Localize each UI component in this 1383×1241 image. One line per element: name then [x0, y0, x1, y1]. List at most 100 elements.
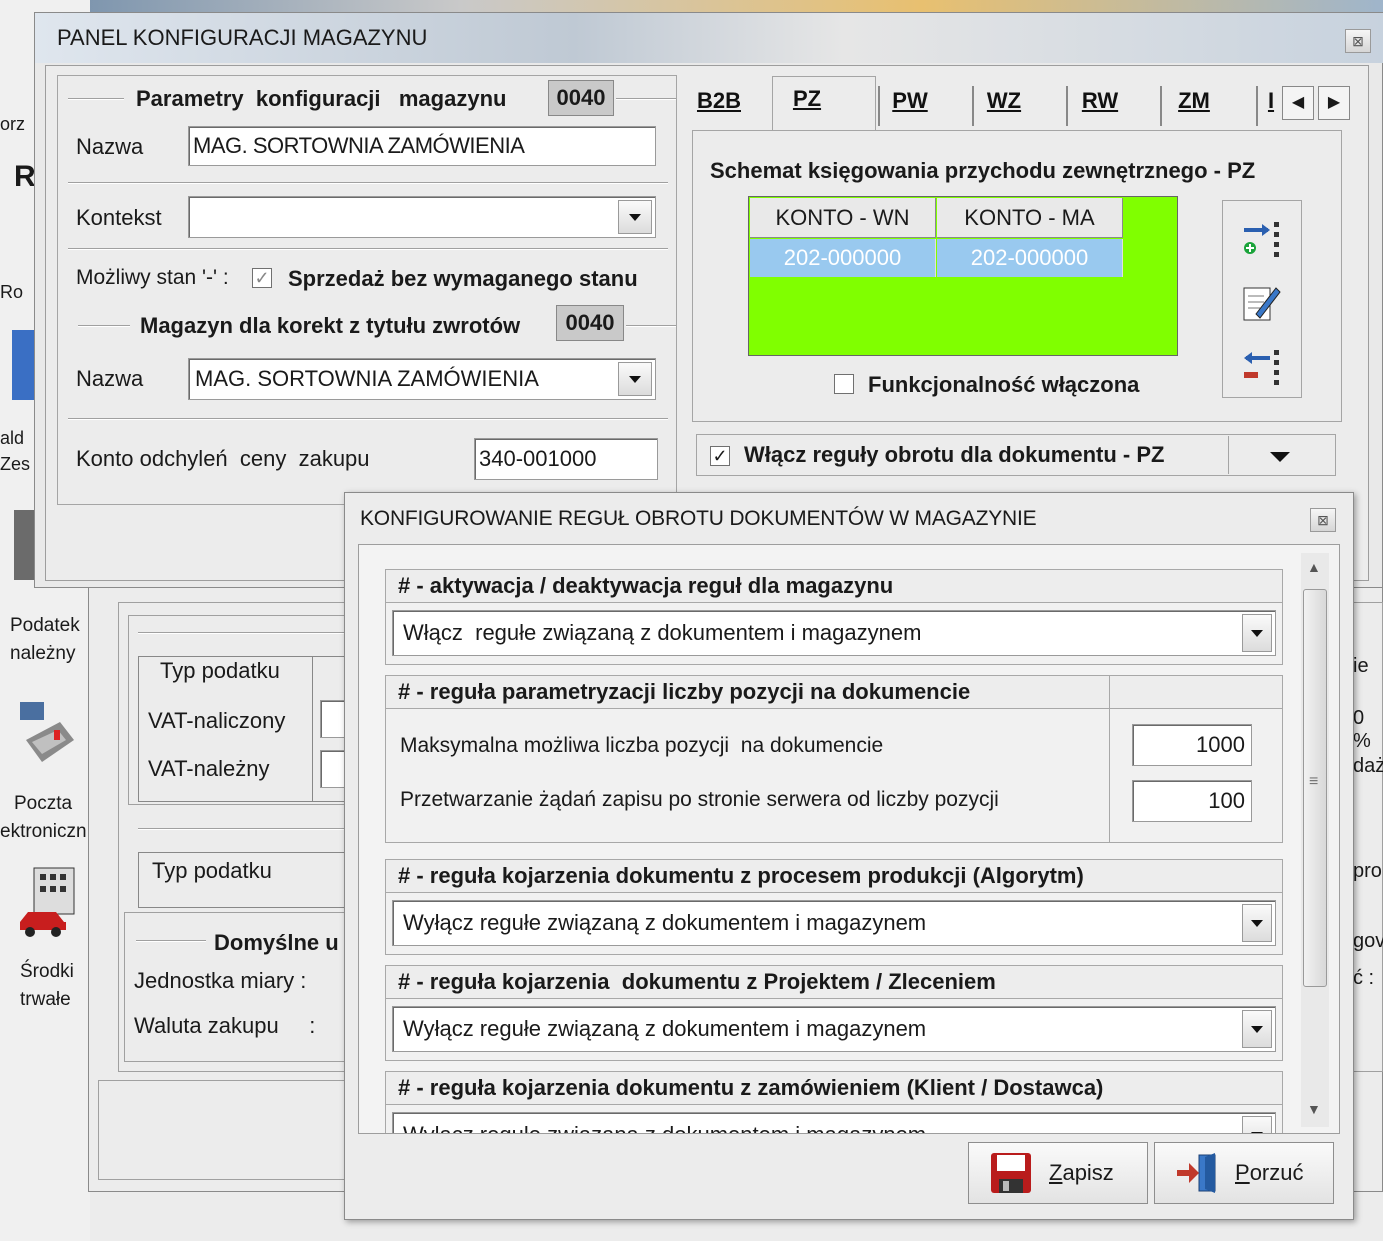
chevron-down-icon[interactable]	[1242, 904, 1272, 942]
podatek-line-2: należny	[10, 643, 76, 664]
tab-more[interactable]: I	[1262, 76, 1280, 126]
grid-header-ma[interactable]: KONTO - MA	[937, 198, 1123, 238]
chevron-down-icon[interactable]	[1242, 1116, 1272, 1133]
rules-toggle-label: Włącz reguły obrotu dla dokumentu - PZ	[744, 442, 1165, 467]
grid-cell-wn[interactable]: 202-000000	[750, 239, 936, 277]
bg-line-2	[138, 828, 358, 830]
edit-row-icon[interactable]	[1240, 280, 1284, 324]
max-positions-value: 1000	[1196, 732, 1245, 757]
activation-dropdown[interactable]: Włącz regułe związaną z dokumentem i mag…	[392, 610, 1276, 656]
params-line-right	[616, 98, 676, 100]
deviation-value: 340-001000	[479, 446, 597, 471]
rules-checkbox[interactable]: ✓	[710, 446, 730, 466]
bg-tag-0: orz	[0, 114, 26, 134]
tab-rw[interactable]: RW	[1070, 76, 1130, 126]
save-button[interactable]: Zapisz	[968, 1142, 1148, 1204]
grid-header-wn[interactable]: KONTO - WN	[750, 198, 936, 238]
close-icon[interactable]: ⊠	[1310, 508, 1336, 532]
chevron-down-icon[interactable]	[618, 200, 652, 234]
desktop-strip	[0, 0, 1383, 12]
divider-1	[68, 182, 668, 184]
bg-frag-4: pro	[1353, 860, 1382, 882]
tab-pz[interactable]: PZ	[772, 74, 842, 124]
bg-line-3	[136, 940, 206, 942]
corr-line-right	[626, 325, 676, 327]
chevron-down-icon[interactable]	[618, 362, 652, 396]
corr-name-value: MAG. SORTOWNIA ZAMÓWIENIA	[195, 366, 539, 391]
rules-toggle-divider	[1228, 436, 1229, 474]
tab-zm[interactable]: ZM	[1164, 76, 1224, 126]
grid-cell-ma[interactable]: 202-000000	[937, 239, 1123, 277]
cancel-button[interactable]: Porzuć	[1154, 1142, 1334, 1204]
fixed-assets-icon[interactable]	[18, 866, 82, 938]
corr-name-dropdown[interactable]: MAG. SORTOWNIA ZAMÓWIENIA	[188, 358, 656, 400]
poczta-line-2: ektroniczn	[0, 821, 87, 842]
tab-sep-4	[1160, 86, 1162, 126]
podatek-label[interactable]: Podatek należny	[10, 612, 80, 668]
bg-frag-5: gov	[1353, 930, 1383, 952]
poczta-label[interactable]: Poczta ektroniczn	[0, 790, 87, 846]
deviation-field[interactable]: 340-001000	[474, 438, 658, 480]
podatek-line-1: Podatek	[10, 615, 80, 636]
tab-b2b[interactable]: B2B	[684, 76, 754, 126]
section-project-title: # - reguła kojarzenia dokumentu z Projek…	[386, 966, 1282, 999]
order-dropdown[interactable]: Wyłącz regułe związaną z dokumentem i ma…	[392, 1112, 1276, 1133]
bg-table-1-row-1: VAT-naliczony	[148, 708, 286, 733]
bg-table-1-row-2: VAT-należny	[148, 756, 270, 781]
correction-code-badge: 0040	[556, 305, 624, 341]
bg-frag-2: 0 %	[1353, 707, 1371, 752]
tab-sep-5	[1256, 86, 1258, 126]
srodki-label[interactable]: Środki trwałe	[20, 958, 74, 1014]
params-title: Parametry konfiguracji magazynu	[136, 86, 507, 111]
max-positions-label: Maksymalna możliwa liczba pozycji na dok…	[400, 734, 884, 757]
name-field[interactable]: MAG. SORTOWNIA ZAMÓWIENIA	[188, 126, 656, 166]
name-value: MAG. SORTOWNIA ZAMÓWIENIA	[193, 133, 525, 158]
section-position-count-col-divider	[1109, 709, 1110, 843]
name-label: Nazwa	[76, 134, 144, 159]
section-position-count-header-right	[1110, 676, 1282, 709]
scroll-down-icon[interactable]: ▼	[1307, 1101, 1321, 1117]
close-icon[interactable]: ⊠	[1345, 29, 1371, 53]
scheme-title: Schemat księgowania przychodu zewnętrzne…	[710, 158, 1256, 183]
chevron-down-icon[interactable]	[1242, 614, 1272, 652]
bg-frag-6: ć :	[1353, 967, 1375, 989]
context-label: Kontekst	[76, 205, 162, 230]
tab-wz[interactable]: WZ	[974, 76, 1034, 126]
chevron-down-icon[interactable]	[1242, 1010, 1272, 1048]
scroll-up-icon[interactable]: ▲	[1307, 559, 1321, 575]
bg-currency-label: Waluta zakupu :	[134, 1013, 316, 1038]
section-position-count: # - reguła parametryzacji liczby pozycji…	[385, 675, 1283, 843]
section-order: # - reguła kojarzenia dokumentu z zamówi…	[385, 1071, 1283, 1133]
bg-status-bar	[98, 1080, 358, 1180]
functionality-checkbox[interactable]	[834, 374, 854, 394]
server-threshold-field[interactable]: 100	[1132, 780, 1252, 822]
server-threshold-value: 100	[1208, 788, 1245, 813]
panel-title: PANEL KONFIGURACJI MAGAZYNU	[57, 25, 428, 50]
max-positions-field[interactable]: 1000	[1132, 724, 1252, 766]
tab-sep-3	[1066, 86, 1068, 126]
project-dropdown[interactable]: Wyłącz regułe związaną z dokumentem i ma…	[392, 1006, 1276, 1052]
chevron-down-icon[interactable]	[1270, 452, 1290, 462]
activation-value: Włącz regułe związaną z dokumentem i mag…	[403, 620, 922, 645]
bg-frag-1: ie	[1353, 655, 1369, 677]
possible-state-checkbox[interactable]: ✓	[252, 268, 272, 288]
section-project: # - reguła kojarzenia dokumentu z Projek…	[385, 965, 1283, 1061]
bg-line-1	[138, 632, 358, 634]
remove-row-icon[interactable]	[1240, 344, 1284, 388]
production-dropdown[interactable]: Wyłącz regułe związaną z dokumentem i ma…	[392, 900, 1276, 946]
section-position-count-title: # - reguła parametryzacji liczby pozycji…	[386, 676, 1110, 709]
order-value: Wyłącz regułe związaną z dokumentem i ma…	[403, 1122, 926, 1133]
section-order-title: # - reguła kojarzenia dokumentu z zamówi…	[386, 1072, 1282, 1105]
tab-scroll-right-icon[interactable]: ▶	[1318, 86, 1350, 120]
deviation-label: Konto odchyleń ceny zakupu	[76, 446, 370, 471]
bg-table-1-header: Typ podatku	[160, 658, 280, 683]
server-threshold-label: Przetwarzanie żądań zapisu po stronie se…	[400, 788, 999, 811]
context-dropdown[interactable]	[188, 196, 656, 238]
section-activation-title: # - aktywacja / deaktywacja reguł dla ma…	[386, 570, 1282, 603]
poczta-line-1: Poczta	[14, 793, 73, 814]
production-value: Wyłącz regułe związaną z dokumentem i ma…	[403, 910, 927, 935]
tab-scroll-left-icon[interactable]: ◀	[1282, 86, 1314, 120]
mail-computer-icon[interactable]	[18, 700, 78, 770]
add-row-icon[interactable]	[1240, 216, 1284, 260]
tab-pw[interactable]: PW	[880, 76, 940, 126]
